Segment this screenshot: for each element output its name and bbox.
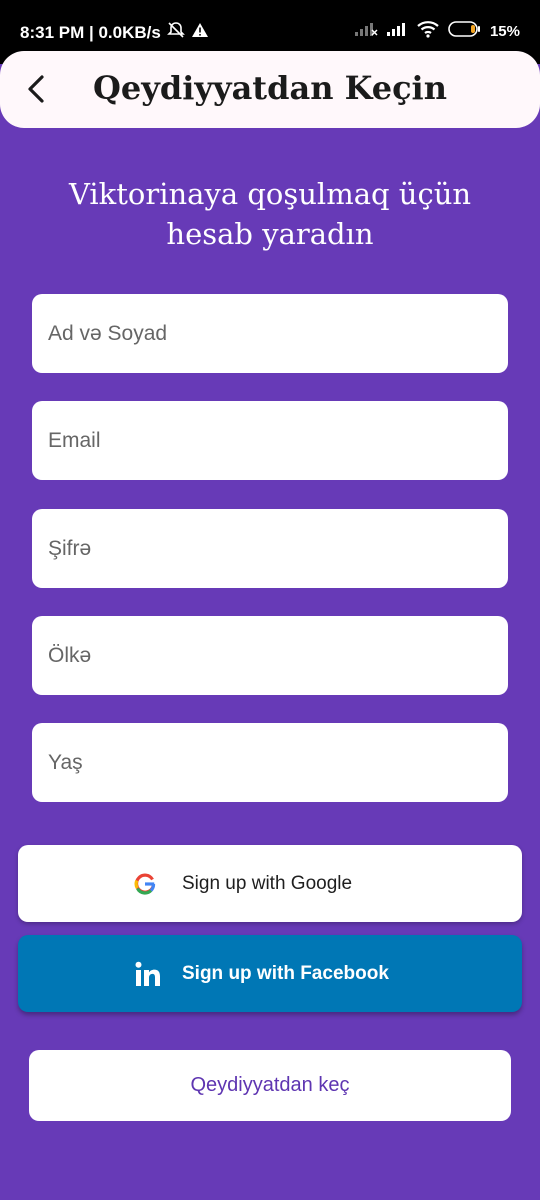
google-signup-button[interactable]: Sign up with Google bbox=[18, 845, 522, 922]
full-name-field[interactable] bbox=[46, 320, 508, 347]
headline: Viktorinaya qoşulmaq üçün hesab yaradın bbox=[40, 174, 500, 254]
linkedin-icon bbox=[134, 935, 162, 1012]
headline-line-2: hesab yaradın bbox=[166, 217, 374, 251]
password-field-container bbox=[32, 509, 508, 588]
google-icon bbox=[134, 845, 156, 922]
signal-off-icon bbox=[354, 21, 378, 41]
full-name-field-container bbox=[32, 294, 508, 373]
google-signup-label: Sign up with Google bbox=[182, 872, 353, 894]
battery-icon bbox=[448, 20, 482, 42]
email-field-container bbox=[32, 401, 508, 480]
facebook-signup-label: Sign up with Facebook bbox=[182, 962, 389, 984]
age-field-container bbox=[32, 723, 508, 802]
app-bar: Qeydiyyatdan Keçin bbox=[0, 51, 540, 128]
country-field-container bbox=[32, 616, 508, 695]
battery-percent: 15% bbox=[489, 22, 520, 40]
wifi-icon bbox=[416, 20, 440, 42]
age-field[interactable] bbox=[46, 749, 508, 776]
password-field[interactable] bbox=[46, 535, 508, 562]
email-field[interactable] bbox=[46, 427, 508, 454]
status-time-speed: 8:31 PM | 0.0KB/s bbox=[20, 22, 161, 42]
headline-line-1: Viktorinaya qoşulmaq üçün bbox=[68, 177, 472, 211]
warning-icon bbox=[191, 22, 209, 43]
status-right: 15% bbox=[354, 20, 520, 42]
page-title: Qeydiyyatdan Keçin bbox=[93, 69, 447, 107]
facebook-signup-button[interactable]: Sign up with Facebook bbox=[18, 935, 522, 1012]
status-left: 8:31 PM | 0.0KB/s bbox=[20, 21, 209, 44]
country-field[interactable] bbox=[46, 642, 508, 669]
signal-icon bbox=[386, 21, 408, 41]
register-button-label: Qeydiyyatdan keç bbox=[190, 1074, 350, 1096]
register-button[interactable]: Qeydiyyatdan keç bbox=[29, 1050, 511, 1121]
notifications-muted-icon bbox=[166, 21, 185, 44]
